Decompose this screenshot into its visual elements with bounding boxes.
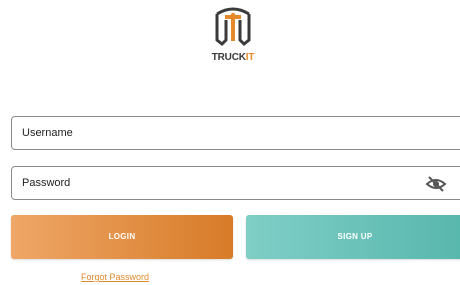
login-screen: TRUCKIT Username Password LOGIN SIGN UP … — [0, 0, 460, 285]
password-field[interactable]: Password — [11, 166, 460, 200]
forgot-password-link[interactable]: Forgot Password — [81, 272, 149, 282]
login-button[interactable]: LOGIN — [11, 215, 233, 259]
brand-name-main: TRUCK — [211, 52, 246, 63]
eye-off-icon[interactable] — [425, 176, 447, 192]
truckit-logo-icon — [215, 7, 251, 47]
truckit-logo: TRUCKIT — [203, 6, 263, 66]
username-field[interactable]: Username — [11, 116, 460, 150]
signup-button[interactable]: SIGN UP — [246, 215, 460, 259]
username-label: Username — [22, 127, 73, 139]
password-label: Password — [22, 177, 71, 189]
brand-name-accent: IT — [245, 52, 255, 63]
brand-name: TRUCKIT — [203, 52, 263, 63]
